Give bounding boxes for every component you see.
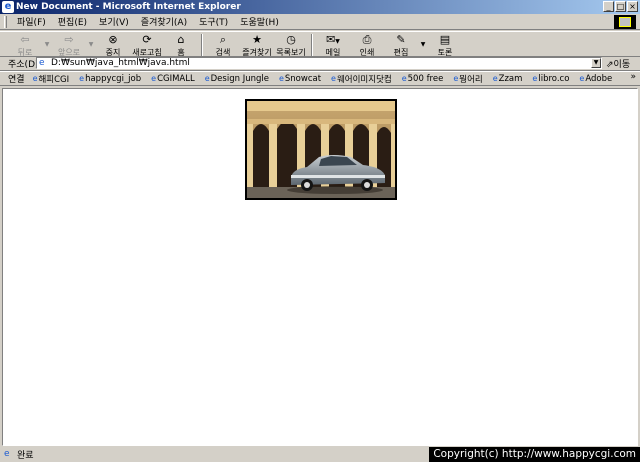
- ie-page-icon: e: [453, 74, 459, 83]
- menu-grip: [4, 15, 7, 28]
- minimize-icon[interactable]: _: [603, 1, 614, 12]
- ie-page-icon: e: [79, 74, 85, 83]
- back-button[interactable]: ⇦ 뒤로: [8, 32, 42, 58]
- car-photo-image: [247, 101, 395, 198]
- link-item[interactable]: e CGIMALL: [151, 74, 195, 84]
- link-item[interactable]: e Snowcat: [279, 74, 321, 84]
- title-bar: e New Document - Microsoft Internet Expl…: [0, 0, 640, 14]
- mail-icon: ✉▼: [326, 33, 340, 46]
- stop-icon: ⊗: [108, 33, 118, 46]
- back-arrow-icon: ⇦: [20, 33, 30, 46]
- windows-logo-icon: [614, 15, 636, 29]
- menu-file[interactable]: 파일(F): [11, 15, 52, 28]
- address-input[interactable]: e D:₩sun₩java_html₩java.html ▼: [36, 57, 602, 69]
- link-item[interactable]: e 웨어이미지닷컴: [331, 73, 392, 85]
- print-button[interactable]: ⎙ 인쇄: [350, 32, 384, 58]
- ie-logo-icon: e: [2, 1, 14, 13]
- edit-dropdown[interactable]: ▼: [418, 32, 428, 58]
- refresh-button[interactable]: ⟳ 새로고침: [130, 32, 164, 58]
- search-icon: ⌕: [219, 33, 227, 46]
- maximize-icon[interactable]: □: [615, 1, 626, 12]
- link-item[interactable]: e 뭥어리: [453, 73, 482, 85]
- address-label: 주소(D): [8, 59, 39, 70]
- link-item[interactable]: e Zzam: [493, 74, 523, 84]
- page-icon: e: [39, 58, 45, 68]
- back-dropdown[interactable]: ▼: [42, 32, 52, 58]
- address-dropdown-icon[interactable]: ▼: [591, 58, 601, 68]
- go-button[interactable]: ⇗이동: [606, 57, 630, 70]
- favorites-icon: ★: [252, 33, 262, 46]
- history-icon: ◷: [286, 33, 296, 46]
- search-button[interactable]: ⌕ 검색: [206, 32, 240, 58]
- forward-dropdown[interactable]: ▼: [86, 32, 96, 58]
- stop-button[interactable]: ⊗ 중지: [96, 32, 130, 58]
- go-arrow-icon: ⇗: [606, 60, 614, 70]
- menu-tools[interactable]: 도구(T): [193, 15, 234, 28]
- car-photo: [245, 99, 397, 200]
- standard-toolbar: ⇦ 뒤로 ▼ ⇨ 앞으로 ▼ ⊗ 중지 ⟳ 새로고침 ⌂ 홈 ⌕ 검색 ★ 즐겨…: [0, 31, 640, 57]
- link-item[interactable]: e Design Jungle: [205, 74, 269, 84]
- edit-icon: ✎: [396, 33, 406, 46]
- toolbar-separator: [311, 34, 313, 56]
- ie-page-icon: e: [204, 74, 210, 83]
- window-controls: _ □ ×: [603, 1, 638, 12]
- discuss-button[interactable]: ▤ 토론: [428, 32, 462, 58]
- status-bar: e 완료 Copyright(c) http://www.happycgi.co…: [0, 446, 640, 462]
- forward-arrow-icon: ⇨: [64, 33, 74, 46]
- ie-page-icon: e: [151, 74, 157, 83]
- print-icon: ⎙: [362, 33, 372, 46]
- page-content: [2, 88, 638, 446]
- link-item[interactable]: e happycgi_job: [79, 74, 141, 84]
- window-title: New Document - Microsoft Internet Explor…: [16, 2, 241, 12]
- edit-button[interactable]: ✎ 편집: [384, 32, 418, 58]
- links-bar: 연결 e 해피CGI e happycgi_job e CGIMALL e Design…: [0, 71, 640, 86]
- browser-window: e New Document - Microsoft Internet Expl…: [0, 0, 640, 462]
- toolbar-separator: [201, 34, 203, 56]
- ie-page-icon: e: [579, 74, 585, 83]
- links-more-icon[interactable]: »: [630, 72, 636, 82]
- status-text: 완료: [17, 450, 34, 461]
- menu-favorites[interactable]: 즐겨찾기(A): [135, 15, 193, 28]
- address-bar: 주소(D) e D:₩sun₩java_html₩java.html ▼ ⇗이동: [0, 56, 640, 71]
- discuss-icon: ▤: [439, 33, 451, 46]
- ie-page-icon: e: [532, 74, 538, 83]
- ie-page-icon: e: [492, 74, 498, 83]
- ie-page-icon: e: [32, 74, 38, 83]
- address-url: D:₩sun₩java_html₩java.html: [51, 58, 190, 68]
- home-icon: ⌂: [177, 33, 185, 46]
- menu-view[interactable]: 보기(V): [93, 15, 135, 28]
- ie-page-icon: e: [401, 74, 407, 83]
- ie-page-icon: e: [278, 74, 284, 83]
- forward-button[interactable]: ⇨ 앞으로: [52, 32, 86, 58]
- close-icon[interactable]: ×: [627, 1, 638, 12]
- menu-help[interactable]: 도움말(H): [234, 15, 285, 28]
- mail-button[interactable]: ✉▼ 메일: [316, 32, 350, 58]
- refresh-icon: ⟳: [142, 33, 152, 46]
- copyright-notice: Copyright(c) http://www.happycgi.com: [429, 447, 640, 462]
- status-page-icon: e: [4, 449, 10, 459]
- history-button[interactable]: ◷ 목록보기: [274, 32, 308, 58]
- go-label: 이동: [613, 60, 631, 70]
- link-item[interactable]: e 500 free: [402, 74, 444, 84]
- ie-page-icon: e: [331, 74, 336, 83]
- link-item[interactable]: e 해피CGI: [33, 73, 70, 85]
- link-item[interactable]: e Adobe: [579, 74, 612, 84]
- menu-bar: 파일(F) 편집(E) 보기(V) 즐겨찾기(A) 도구(T) 도움말(H): [0, 14, 640, 30]
- link-item[interactable]: e libro.co: [532, 74, 569, 84]
- favorites-button[interactable]: ★ 즐겨찾기: [240, 32, 274, 58]
- menu-edit[interactable]: 편집(E): [52, 15, 93, 28]
- links-label: 연결: [8, 75, 25, 85]
- home-button[interactable]: ⌂ 홈: [164, 32, 198, 58]
